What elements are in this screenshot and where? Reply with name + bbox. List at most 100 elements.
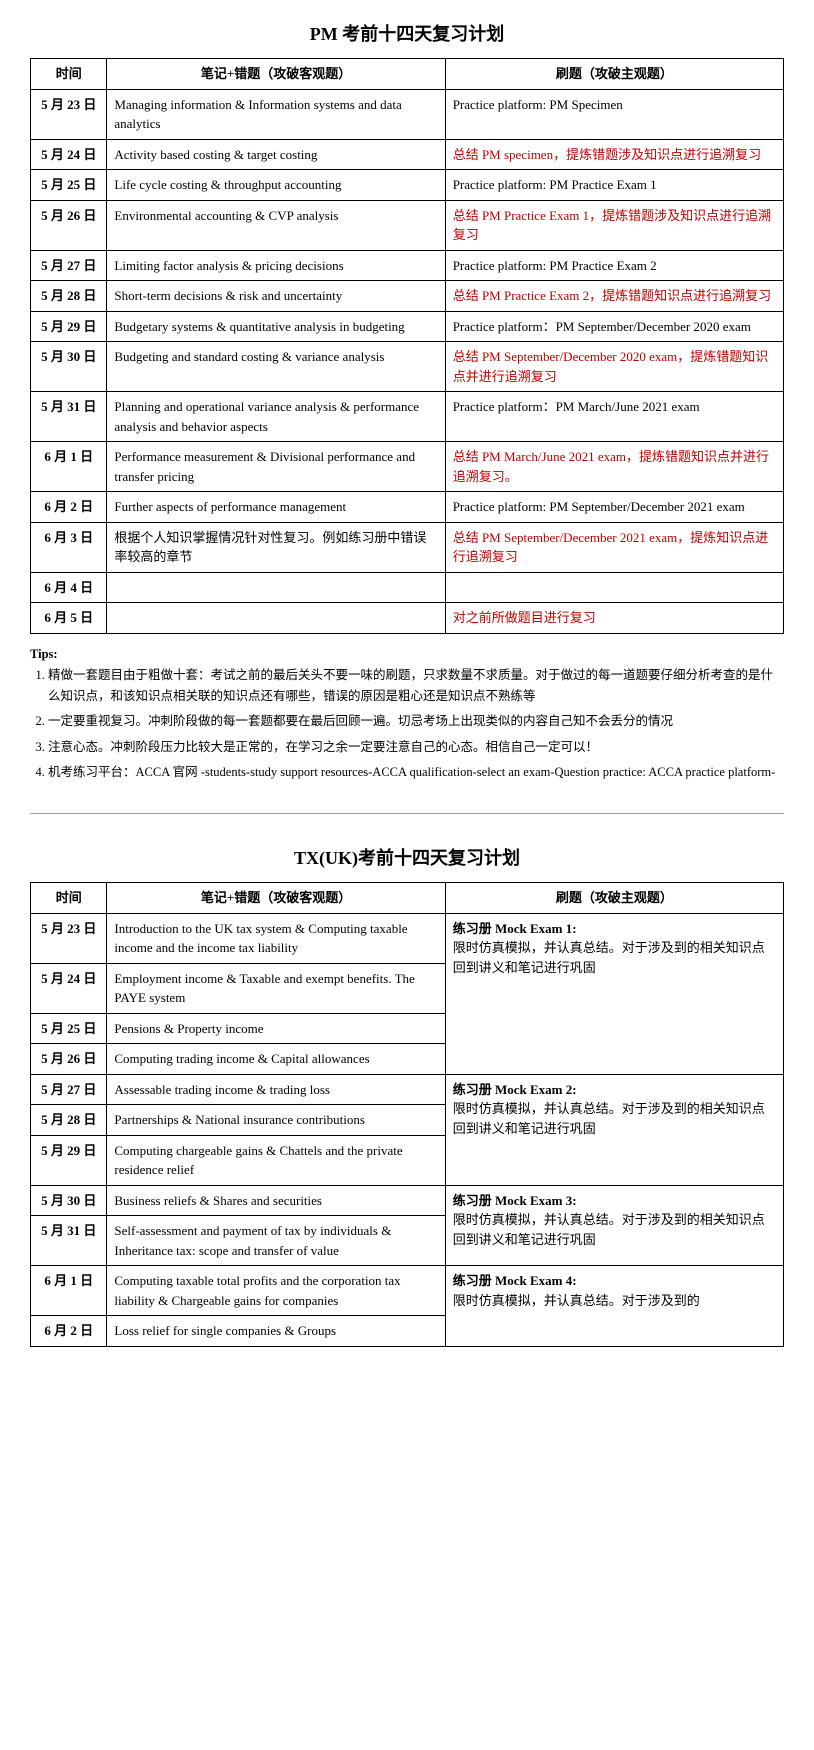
- tx-table-row: 5 月 30 日Business reliefs & Shares and se…: [31, 1185, 784, 1216]
- pm-drill-cell: Practice platform: PM Practice Exam 1: [445, 170, 783, 201]
- pm-table-row: 5 月 24 日Activity based costing & target …: [31, 139, 784, 170]
- pm-drill-cell: 总结 PM Practice Exam 1，提炼错题涉及知识点进行追溯复习: [445, 200, 783, 250]
- tx-notes-cell: Assessable trading income & trading loss: [107, 1074, 445, 1105]
- pm-table-row: 5 月 28 日Short-term decisions & risk and …: [31, 281, 784, 312]
- tx-date-cell: 5 月 31 日: [31, 1216, 107, 1266]
- pm-drill-cell: Practice platform: PM September/December…: [445, 492, 783, 523]
- tx-date-cell: 5 月 25 日: [31, 1013, 107, 1044]
- pm-notes-cell: Life cycle costing & throughput accounti…: [107, 170, 445, 201]
- tx-drill-cell: 练习册 Mock Exam 3: 限时仿真模拟，并认真总结。对于涉及到的相关知识…: [445, 1185, 783, 1266]
- pm-notes-cell: Planning and operational variance analys…: [107, 392, 445, 442]
- tx-header-time: 时间: [31, 883, 107, 914]
- pm-date-cell: 6 月 4 日: [31, 572, 107, 603]
- pm-header-time: 时间: [31, 59, 107, 90]
- tx-drill-cell: 练习册 Mock Exam 4: 限时仿真模拟，并认真总结。对于涉及到的: [445, 1266, 783, 1347]
- tx-table: 时间 笔记+错题（攻破客观题） 刷题（攻破主观题） 5 月 23 日Introd…: [30, 882, 784, 1347]
- pm-notes-cell: Further aspects of performance managemen…: [107, 492, 445, 523]
- pm-notes-cell: Performance measurement & Divisional per…: [107, 442, 445, 492]
- pm-date-cell: 6 月 2 日: [31, 492, 107, 523]
- pm-date-cell: 6 月 5 日: [31, 603, 107, 634]
- pm-tip-item: 精做一套题目由于粗做十套：考试之前的最后关头不要一味的刷题，只求数量不求质量。对…: [48, 665, 784, 708]
- pm-notes-cell: Environmental accounting & CVP analysis: [107, 200, 445, 250]
- pm-notes-cell: Budgeting and standard costing & varianc…: [107, 342, 445, 392]
- pm-section: PM 考前十四天复习计划 时间 笔记+错题（攻破客观题） 刷题（攻破主观题） 5…: [30, 20, 784, 783]
- pm-notes-cell: [107, 603, 445, 634]
- tx-notes-cell: Computing taxable total profits and the …: [107, 1266, 445, 1316]
- tx-notes-cell: Pensions & Property income: [107, 1013, 445, 1044]
- pm-drill-cell: 对之前所做题目进行复习: [445, 603, 783, 634]
- tx-notes-cell: Self-assessment and payment of tax by in…: [107, 1216, 445, 1266]
- pm-tips: Tips: 精做一套题目由于粗做十套：考试之前的最后关头不要一味的刷题，只求数量…: [30, 644, 784, 784]
- pm-table-row: 5 月 29 日Budgetary systems & quantitative…: [31, 311, 784, 342]
- tx-drill-cell: 练习册 Mock Exam 1: 限时仿真模拟，并认真总结。对于涉及到的相关知识…: [445, 913, 783, 1074]
- pm-notes-cell: Activity based costing & target costing: [107, 139, 445, 170]
- pm-drill-cell: Practice platform：PM March/June 2021 exa…: [445, 392, 783, 442]
- pm-notes-cell: Budgetary systems & quantitative analysi…: [107, 311, 445, 342]
- pm-notes-cell: 根据个人知识掌握情况针对性复习。例如练习册中错误率较高的章节: [107, 522, 445, 572]
- tx-table-row: 5 月 27 日Assessable trading income & trad…: [31, 1074, 784, 1105]
- pm-tip-item: 一定要重视复习。冲刺阶段做的每一套题都要在最后回顾一遍。切忌考场上出现类似的内容…: [48, 711, 784, 732]
- pm-notes-cell: [107, 572, 445, 603]
- pm-table-row: 6 月 1 日Performance measurement & Divisio…: [31, 442, 784, 492]
- tx-date-cell: 5 月 26 日: [31, 1044, 107, 1075]
- tx-header-drill: 刷题（攻破主观题）: [445, 883, 783, 914]
- pm-drill-cell: 总结 PM Practice Exam 2，提炼错题知识点进行追溯复习: [445, 281, 783, 312]
- pm-date-cell: 5 月 23 日: [31, 89, 107, 139]
- tips-label: Tips:: [30, 647, 58, 661]
- pm-tip-item: 机考练习平台：ACCA 官网 -students-study support r…: [48, 762, 784, 783]
- pm-date-cell: 6 月 1 日: [31, 442, 107, 492]
- pm-notes-cell: Short-term decisions & risk and uncertai…: [107, 281, 445, 312]
- tx-drill-cell: 练习册 Mock Exam 2: 限时仿真模拟，并认真总结。对于涉及到的相关知识…: [445, 1074, 783, 1185]
- pm-drill-cell: [445, 572, 783, 603]
- pm-table-row: 6 月 2 日Further aspects of performance ma…: [31, 492, 784, 523]
- pm-drill-cell: 总结 PM September/December 2021 exam，提炼知识点…: [445, 522, 783, 572]
- tx-table-row: 5 月 23 日Introduction to the UK tax syste…: [31, 913, 784, 963]
- section-divider: [30, 813, 784, 814]
- tx-notes-cell: Loss relief for single companies & Group…: [107, 1316, 445, 1347]
- pm-date-cell: 6 月 3 日: [31, 522, 107, 572]
- pm-date-cell: 5 月 24 日: [31, 139, 107, 170]
- tx-date-cell: 5 月 27 日: [31, 1074, 107, 1105]
- pm-date-cell: 5 月 28 日: [31, 281, 107, 312]
- tx-date-cell: 5 月 23 日: [31, 913, 107, 963]
- pm-drill-cell: Practice platform: PM Practice Exam 2: [445, 250, 783, 281]
- pm-header-drill: 刷题（攻破主观题）: [445, 59, 783, 90]
- pm-date-cell: 5 月 25 日: [31, 170, 107, 201]
- pm-header-notes: 笔记+错题（攻破客观题）: [107, 59, 445, 90]
- pm-date-cell: 5 月 29 日: [31, 311, 107, 342]
- pm-table-row: 5 月 26 日Environmental accounting & CVP a…: [31, 200, 784, 250]
- tx-notes-cell: Business reliefs & Shares and securities: [107, 1185, 445, 1216]
- pm-drill-cell: 总结 PM March/June 2021 exam，提炼错题知识点并进行追溯复…: [445, 442, 783, 492]
- pm-table-row: 6 月 5 日 对之前所做题目进行复习: [31, 603, 784, 634]
- pm-table-row: 5 月 27 日Limiting factor analysis & prici…: [31, 250, 784, 281]
- pm-tip-item: 注意心态。冲刺阶段压力比较大是正常的，在学习之余一定要注意自己的心态。相信自己一…: [48, 737, 784, 758]
- pm-date-cell: 5 月 26 日: [31, 200, 107, 250]
- tx-notes-cell: Computing trading income & Capital allow…: [107, 1044, 445, 1075]
- tx-notes-cell: Partnerships & National insurance contri…: [107, 1105, 445, 1136]
- pm-notes-cell: Managing information & Information syste…: [107, 89, 445, 139]
- tx-date-cell: 6 月 1 日: [31, 1266, 107, 1316]
- tx-date-cell: 5 月 29 日: [31, 1135, 107, 1185]
- tx-title: TX(UK)考前十四天复习计划: [30, 844, 784, 870]
- pm-date-cell: 5 月 30 日: [31, 342, 107, 392]
- pm-table-row: 5 月 23 日Managing information & Informati…: [31, 89, 784, 139]
- tx-section: TX(UK)考前十四天复习计划 时间 笔记+错题（攻破客观题） 刷题（攻破主观题…: [30, 844, 784, 1347]
- pm-drill-cell: 总结 PM specimen，提炼错题涉及知识点进行追溯复习: [445, 139, 783, 170]
- pm-date-cell: 5 月 31 日: [31, 392, 107, 442]
- tx-table-row: 6 月 1 日Computing taxable total profits a…: [31, 1266, 784, 1316]
- tx-date-cell: 6 月 2 日: [31, 1316, 107, 1347]
- pm-title: PM 考前十四天复习计划: [30, 20, 784, 46]
- pm-drill-cell: Practice platform: PM Specimen: [445, 89, 783, 139]
- pm-table-row: 5 月 25 日Life cycle costing & throughput …: [31, 170, 784, 201]
- tx-date-cell: 5 月 28 日: [31, 1105, 107, 1136]
- tx-notes-cell: Employment income & Taxable and exempt b…: [107, 963, 445, 1013]
- pm-tips-list: 精做一套题目由于粗做十套：考试之前的最后关头不要一味的刷题，只求数量不求质量。对…: [30, 665, 784, 783]
- tx-date-cell: 5 月 24 日: [31, 963, 107, 1013]
- tx-notes-cell: Introduction to the UK tax system & Comp…: [107, 913, 445, 963]
- pm-date-cell: 5 月 27 日: [31, 250, 107, 281]
- tx-notes-cell: Computing chargeable gains & Chattels an…: [107, 1135, 445, 1185]
- pm-drill-cell: 总结 PM September/December 2020 exam，提炼错题知…: [445, 342, 783, 392]
- pm-notes-cell: Limiting factor analysis & pricing decis…: [107, 250, 445, 281]
- pm-drill-cell: Practice platform：PM September/December …: [445, 311, 783, 342]
- tx-date-cell: 5 月 30 日: [31, 1185, 107, 1216]
